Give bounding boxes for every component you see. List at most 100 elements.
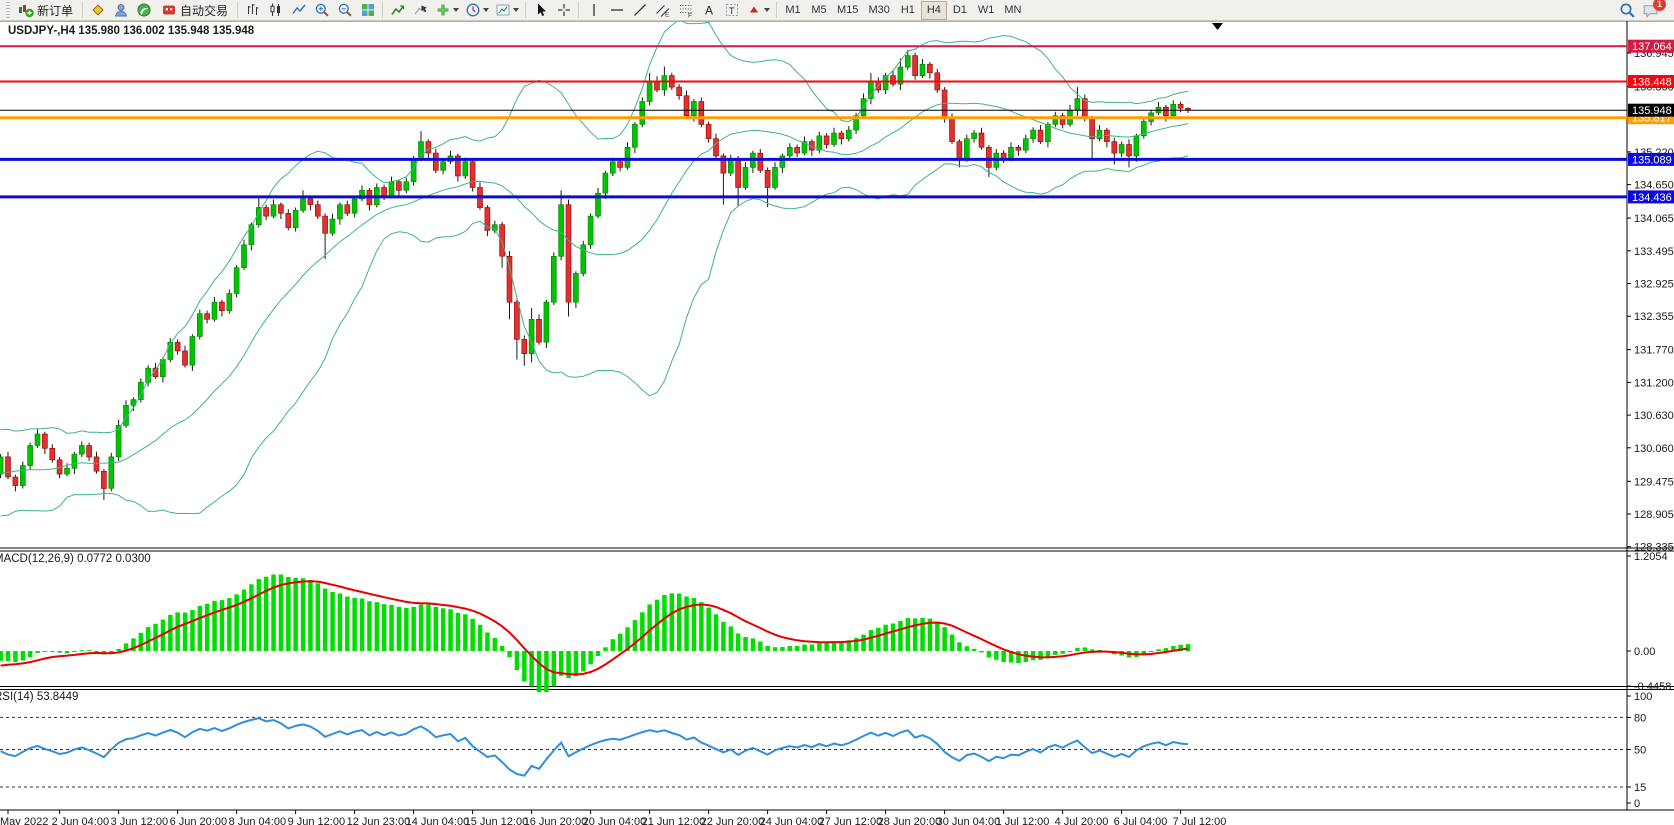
time-tick-label: 3 Jun 12:00 (111, 816, 169, 825)
timeframe-m5-button[interactable]: M5 (806, 1, 832, 20)
rsi-tick-label: 15 (1634, 782, 1646, 794)
bar-chart-button[interactable] (241, 1, 264, 20)
price-tick-label: 134.065 (1634, 213, 1674, 225)
chart-symbol-title: USDJPY-,H4 135.980 136.002 135.948 135.9… (8, 25, 254, 37)
price-tick-label: 128.905 (1634, 509, 1674, 521)
fibonacci-tool-button[interactable]: F (674, 1, 697, 20)
time-tick-label: 20 Jun 04:00 (583, 816, 647, 825)
profile-icon (113, 2, 129, 18)
new-order-button[interactable]: 新订单 (12, 1, 79, 20)
vertical-line-icon (586, 2, 602, 18)
price-chart-svg[interactable]: 136.945136.360135.220134.650134.065133.4… (0, 0, 1674, 825)
arrow-shape-icon (746, 2, 762, 18)
main-toolbar: 新订单 自动交易 (0, 0, 1674, 21)
chart-area[interactable]: 136.945136.360135.220134.650134.065133.4… (0, 0, 1674, 825)
timeframe-h4-button[interactable]: H4 (921, 1, 947, 20)
tile-windows-icon (360, 2, 376, 18)
new-order-icon (18, 2, 34, 18)
autotrading-button[interactable]: 自动交易 (155, 1, 234, 20)
time-tick-label: 24 Jun 04:00 (760, 816, 824, 825)
zoom-out-button[interactable] (333, 1, 356, 20)
search-button[interactable] (1616, 1, 1639, 20)
chevron-down-icon (513, 8, 519, 12)
timeframe-m1-button[interactable]: M1 (780, 1, 806, 20)
rsi-tick-label: 100 (1634, 691, 1652, 703)
time-tick-label: 27 Jun 12:00 (819, 816, 883, 825)
time-tick-label: 15 Jun 12:00 (465, 816, 529, 825)
text-tool-button[interactable]: A (697, 1, 720, 20)
price-tick-label: 130.060 (1634, 443, 1674, 455)
svg-text:T: T (729, 6, 735, 16)
time-tick-label: 22 Jun 20:00 (701, 816, 765, 825)
time-tick-label: 9 Jun 12:00 (288, 816, 346, 825)
zoom-in-icon (314, 2, 330, 18)
arrows-dropdown[interactable] (743, 1, 773, 20)
rsi-tick-label: 50 (1634, 745, 1646, 757)
template-dropdown[interactable] (492, 1, 522, 20)
timeframe-m30-button[interactable]: M30 (863, 1, 894, 20)
svg-text:E: E (665, 12, 670, 19)
price-level-tag-label: 135.948 (1632, 105, 1672, 117)
notifications-button[interactable]: 1 (1639, 1, 1662, 20)
chevron-down-icon (483, 8, 489, 12)
toolbar-separator (382, 2, 383, 18)
tile-windows-button[interactable] (356, 1, 379, 20)
crosshair-tool-button[interactable] (552, 1, 575, 20)
channel-tool-button[interactable]: E (651, 1, 674, 20)
rsi-tick-label: 80 (1634, 712, 1646, 724)
market-watch-button[interactable] (86, 1, 109, 20)
svg-text:A: A (705, 4, 713, 18)
price-level-tag-label: 137.064 (1632, 41, 1672, 53)
toolbar-separator (525, 2, 526, 18)
timeframe-m15-button[interactable]: M15 (832, 1, 863, 20)
period-dropdown[interactable] (462, 1, 492, 20)
price-tick-label: 132.925 (1634, 279, 1674, 291)
price-tick-label: 130.630 (1634, 410, 1674, 422)
chevron-down-icon (764, 8, 770, 12)
timeframe-h1-button[interactable]: H1 (895, 1, 921, 20)
indicator-arrow-icon (390, 2, 406, 18)
timeframe-d1-button[interactable]: D1 (947, 1, 973, 20)
macd-tick-label: 0.00 (1634, 646, 1655, 658)
cursor-tool-button[interactable] (529, 1, 552, 20)
trendline-tool-button[interactable] (628, 1, 651, 20)
cursor-icon (533, 2, 549, 18)
mt4-window: 136.945136.360135.220134.650134.065133.4… (0, 0, 1674, 825)
notification-badge: 1 (1653, 0, 1666, 11)
toolbar-separator (578, 2, 579, 18)
indicator-list-button[interactable] (386, 1, 409, 20)
chevron-down-icon (453, 8, 459, 12)
text-label-icon: T (724, 2, 740, 18)
objects-list-button[interactable] (409, 1, 432, 20)
toolbar-separator (776, 2, 777, 18)
price-tick-label: 131.770 (1634, 345, 1674, 357)
line-chart-button[interactable] (287, 1, 310, 20)
macd-indicator-label: MACD(12,26,9) 0.0772 0.0300 (0, 553, 151, 565)
candlestick-chart-button[interactable] (264, 1, 287, 20)
add-indicator-dropdown[interactable] (432, 1, 462, 20)
search-icon (1619, 2, 1636, 19)
text-label-tool-button[interactable]: T (720, 1, 743, 20)
equidistant-channel-icon: E (655, 2, 671, 18)
zoom-out-icon (337, 2, 353, 18)
svg-text:F: F (688, 13, 692, 19)
time-tick-label: 12 Jun 23:00 (347, 816, 411, 825)
line-chart-icon (291, 2, 307, 18)
vertical-line-tool-button[interactable] (582, 1, 605, 20)
price-tick-label: 129.475 (1634, 476, 1674, 488)
accounts-button[interactable] (109, 1, 132, 20)
horizontal-line-tool-button[interactable] (605, 1, 628, 20)
macd-tick-label: 1.2054 (1634, 551, 1668, 563)
add-indicator-icon (435, 2, 451, 18)
new-order-label: 新订单 (37, 2, 73, 19)
timeframe-mn-button[interactable]: MN (999, 1, 1026, 20)
price-tick-label: 134.650 (1634, 180, 1674, 192)
price-tick-label: 133.495 (1634, 246, 1674, 258)
price-level-tag-label: 135.089 (1632, 154, 1672, 166)
signals-button[interactable] (132, 1, 155, 20)
timeframe-w1-button[interactable]: W1 (973, 1, 1000, 20)
zoom-in-button[interactable] (310, 1, 333, 20)
price-level-tag-label: 136.448 (1632, 77, 1672, 89)
time-tick-label: 8 Jun 04:00 (229, 816, 287, 825)
time-tick-label: 14 Jun 04:00 (406, 816, 470, 825)
